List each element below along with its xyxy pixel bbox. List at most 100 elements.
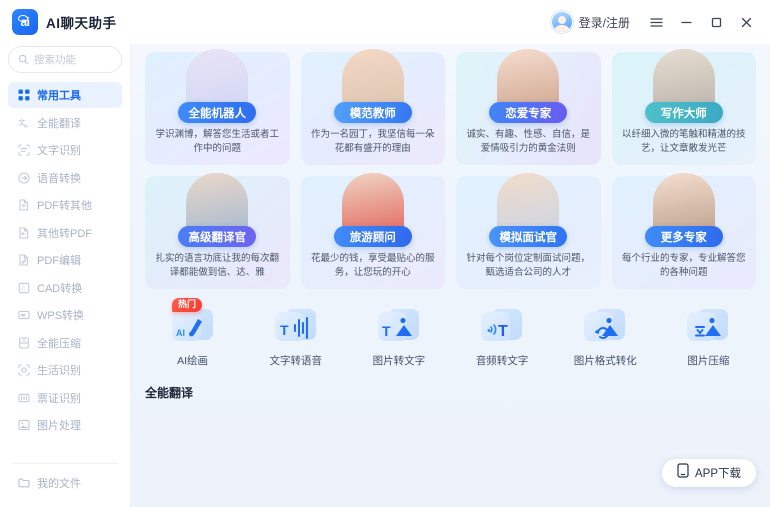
agent-title-pill: 旅游顾问	[333, 226, 412, 248]
agent-description: 每个行业的专家，专业解答您的各种问题	[621, 253, 746, 279]
sidebar-item-label: 图片处理	[37, 420, 81, 432]
tool-image-compress[interactable]: 图片压缩	[661, 300, 756, 368]
ai-paint-icon: AI	[171, 306, 215, 346]
sidebar: 搜索功能 常用工具 文A 全能翻译 文字识别 语音转换 PDF转其他 其他转PD…	[0, 44, 131, 507]
title-bar: ai AI聊天助手 登录/注册	[0, 0, 770, 44]
app-logo: ai AI聊天助手	[12, 9, 130, 35]
agent-avatar-head	[668, 60, 699, 94]
sidebar-item-label: 生活识别	[37, 365, 81, 377]
section-title-translate: 全能翻译	[145, 386, 194, 400]
sidebar-item-label: 我的文件	[37, 477, 81, 490]
audio-to-text-icon: T	[480, 306, 524, 346]
login-register-label: 登录/注册	[578, 15, 630, 30]
image-compress-icon	[686, 306, 730, 346]
agent-title-pill: 恋爱专家	[489, 102, 568, 124]
agent-avatar-head	[202, 60, 233, 94]
sidebar-item-life-scan[interactable]: 生活识别	[8, 357, 122, 383]
sidebar-item-cad[interactable]: C CAD转换	[8, 275, 122, 301]
sidebar-item-other-to-pdf[interactable]: 其他转PDF	[8, 220, 122, 246]
image-format-icon	[583, 306, 627, 346]
wps-icon	[17, 309, 30, 322]
text-to-speech-icon: T	[274, 306, 318, 346]
sidebar-item-my-files[interactable]: 我的文件	[8, 470, 122, 496]
svg-text:C: C	[21, 286, 25, 292]
sidebar-item-wps[interactable]: WPS转换	[8, 302, 122, 328]
tool-shortcut-row: 热门 AI AI绘画 T 文字转语音 T 图片转文字 T 音频转文字 图片格式转…	[145, 298, 756, 368]
agent-description: 针对每个岗位定制面试问题，甄选适合公司的人才	[466, 253, 590, 279]
tool-ai-paint[interactable]: 热门 AI AI绘画	[145, 298, 240, 368]
agent-card-travel-advisor[interactable]: 旅游顾问 花最少的钱，享受最贴心的服务，让您玩的开心	[300, 173, 445, 289]
agent-title: 写作大师	[660, 107, 707, 120]
app-title: AI聊天助手	[46, 16, 117, 31]
sidebar-nav-list: 常用工具 文A 全能翻译 文字识别 语音转换 PDF转其他 其他转PDF PDF…	[8, 82, 122, 458]
agent-title: 更多专家	[660, 231, 707, 244]
sidebar-item-voice[interactable]: 语音转换	[8, 165, 122, 191]
main-content: 全能机器人 学识渊博，解答您生活或者工作中的问题 模范教师 作为一名园丁，我坚信…	[131, 44, 770, 507]
sidebar-item-compress[interactable]: 全能压缩	[8, 330, 122, 356]
agent-title: 模拟面试官	[499, 231, 558, 244]
app-download-button[interactable]: APP下载	[661, 459, 756, 487]
sidebar-item-label: CAD转换	[37, 282, 83, 295]
sidebar-item-image-edit[interactable]: 图片处理	[8, 412, 122, 438]
minimize-icon[interactable]	[672, 8, 700, 36]
agent-avatar-head	[357, 60, 388, 94]
phone-icon	[677, 463, 689, 483]
image-to-text-icon: T	[377, 306, 421, 346]
svg-text:A: A	[24, 124, 28, 129]
agent-avatar-head	[202, 184, 233, 218]
tool-label: 图片压缩	[687, 355, 730, 367]
app-download-label: APP下载	[694, 468, 741, 480]
life-scan-icon	[17, 364, 30, 377]
sidebar-item-translate[interactable]: 文A 全能翻译	[8, 110, 122, 136]
maximize-icon[interactable]	[702, 8, 730, 36]
tool-image-format-convert[interactable]: 图片格式转化	[558, 300, 653, 368]
search-input[interactable]: 搜索功能	[8, 46, 122, 73]
agent-card-love-expert[interactable]: 恋爱专家 诚实、有趣、性感、自信，是爱情吸引力的黄金法则	[456, 49, 601, 165]
agent-description: 以纤细入微的笔触和精湛的技艺，让文章散发光芒	[621, 129, 746, 155]
agent-avatar-head	[513, 60, 544, 94]
search-icon	[18, 54, 29, 65]
tool-label: 图片格式转化	[573, 355, 637, 367]
sidebar-item-label: 全能压缩	[37, 337, 81, 350]
agent-title: 高级翻译官	[188, 231, 247, 244]
tool-label: 图片转文字	[372, 355, 426, 367]
tool-text-to-speech[interactable]: T 文字转语音	[248, 300, 343, 368]
agent-avatar-head	[513, 184, 544, 218]
sidebar-item-ocr[interactable]: 文字识别	[8, 137, 122, 163]
sidebar-item-pdf-to-other[interactable]: PDF转其他	[8, 192, 122, 218]
agent-card-teacher[interactable]: 模范教师 作为一名园丁，我坚信每一朵花都有盛开的理由	[300, 49, 445, 165]
logo-eyes-shape	[18, 15, 28, 22]
grid-icon	[17, 89, 30, 102]
sidebar-item-common-tools[interactable]: 常用工具	[8, 82, 122, 108]
agent-card-interviewer[interactable]: 模拟面试官 针对每个岗位定制面试问题，甄选适合公司的人才	[456, 173, 601, 289]
agent-card-grid-row-1: 全能机器人 学识渊博，解答您生活或者工作中的问题 模范教师 作为一名园丁，我坚信…	[145, 49, 756, 165]
app-window: ai AI聊天助手 登录/注册 搜索功能 常用工具 文 A 全能翻译 文字识别 …	[0, 0, 770, 507]
agent-description: 扎实的语言功底让我的每次翻译都能做到信、达、雅	[155, 253, 279, 279]
compress-icon	[17, 336, 30, 349]
login-register-button[interactable]: 登录/注册	[550, 11, 630, 33]
agent-avatar-head	[668, 184, 699, 218]
pdf-in-icon	[17, 226, 30, 239]
sidebar-item-ticket-scan[interactable]: 票证识别	[8, 385, 122, 411]
app-body: 搜索功能 常用工具 文A 全能翻译 文字识别 语音转换 PDF转其他 其他转PD…	[0, 44, 770, 507]
agent-description: 诚实、有趣、性感、自信，是爱情吸引力的黄金法则	[466, 129, 590, 155]
sidebar-item-pdf-edit[interactable]: PDF编辑	[8, 247, 122, 273]
sidebar-item-label: 全能翻译	[37, 117, 81, 130]
tool-audio-to-text[interactable]: T 音频转文字	[454, 300, 549, 368]
avatar	[550, 11, 573, 33]
voice-icon	[17, 171, 30, 184]
sidebar-item-label: 票证识别	[37, 392, 81, 405]
agent-title: 旅游顾问	[349, 231, 396, 244]
tool-label: 音频转文字	[475, 355, 529, 367]
agent-card-writing-master[interactable]: 写作大师 以纤细入微的笔触和精湛的技艺，让文章散发光芒	[611, 49, 756, 165]
sidebar-item-label: 语音转换	[37, 172, 81, 185]
svg-text:T: T	[382, 323, 391, 339]
close-icon[interactable]	[732, 8, 760, 36]
agent-card-more-experts[interactable]: 更多专家 每个行业的专家，专业解答您的各种问题	[611, 173, 756, 289]
agent-card-robot[interactable]: 全能机器人 学识渊博，解答您生活或者工作中的问题	[145, 49, 290, 165]
tool-image-to-text[interactable]: T 图片转文字	[351, 300, 446, 368]
sidebar-divider	[12, 462, 118, 464]
ticket-icon	[17, 391, 30, 404]
agent-card-translator[interactable]: 高级翻译官 扎实的语言功底让我的每次翻译都能做到信、达、雅	[145, 173, 290, 289]
hamburger-icon[interactable]	[642, 8, 670, 36]
